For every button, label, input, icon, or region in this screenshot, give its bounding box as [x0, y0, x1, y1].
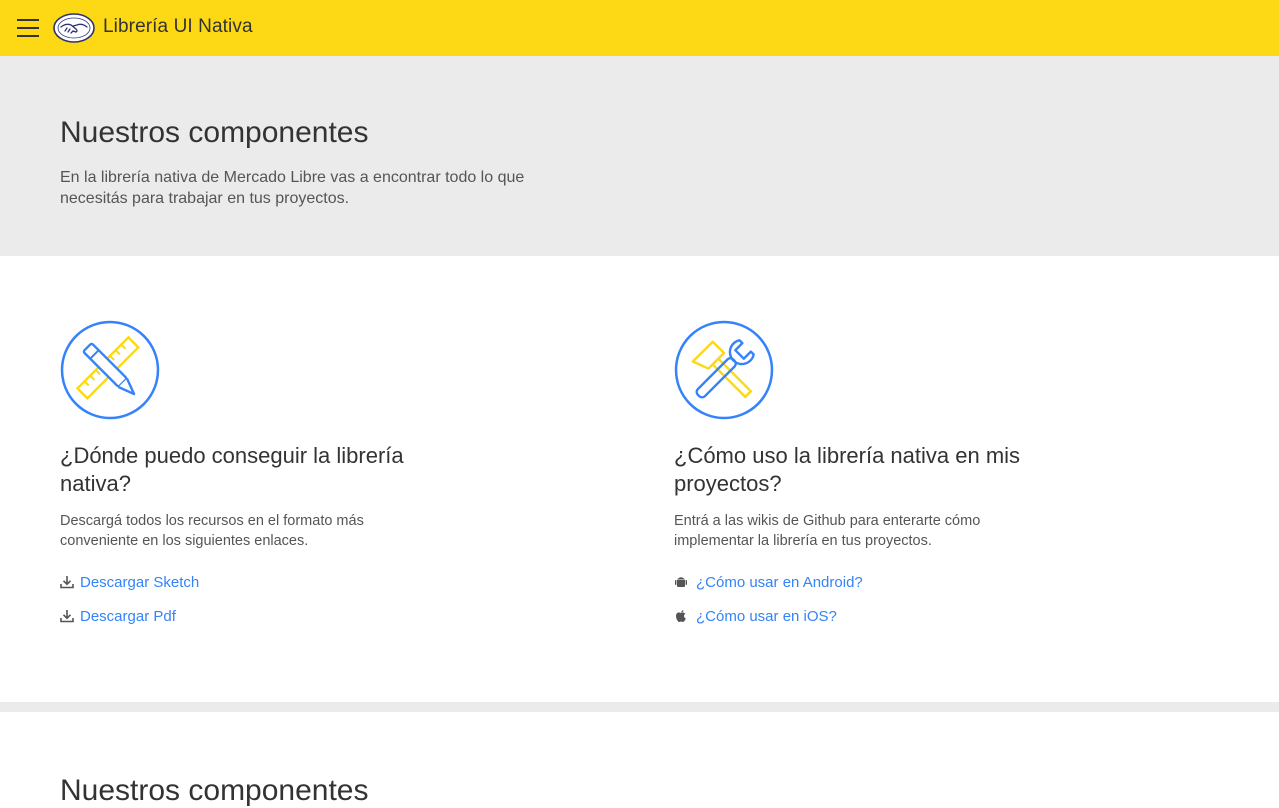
app-title: Librería UI Nativa: [103, 16, 253, 37]
link-label: ¿Cómo usar en Android?: [696, 573, 863, 591]
link-label: Descargar Sketch: [80, 573, 200, 591]
link-label: Descargar Pdf: [80, 607, 176, 625]
hammer-wrench-icon: [674, 320, 774, 420]
page-title: Nuestros componentes: [60, 116, 369, 149]
hero-description: En la librería nativa de Mercado Libre v…: [60, 169, 525, 207]
download-sketch-link[interactable]: Descargar Sketch: [60, 572, 199, 592]
download-icon: [60, 610, 74, 623]
section-title: Nuestros componentes: [60, 774, 369, 807]
section-divider: [0, 702, 1279, 712]
hero-section: Nuestros componentes En la librería nati…: [0, 56, 1279, 256]
handshake-logo[interactable]: [53, 12, 95, 44]
ios-guide-link[interactable]: ¿Cómo usar en iOS?: [674, 606, 837, 626]
card-title: ¿Cómo uso la librería nativa en mis proy…: [674, 443, 1021, 496]
apple-icon: [676, 610, 686, 622]
usage-card: ¿Cómo uso la librería nativa en mis proy…: [674, 320, 1094, 625]
pencil-ruler-icon: [60, 320, 160, 420]
android-icon: [675, 577, 687, 587]
download-pdf-link[interactable]: Descargar Pdf: [60, 606, 176, 626]
card-title: ¿Dónde puedo conseguir la librería nativ…: [60, 443, 404, 496]
download-icon: [60, 576, 74, 589]
card-description: Descargá todos los recursos en el format…: [60, 513, 364, 549]
card-description: Entrá a las wikis de Github para enterar…: [674, 513, 981, 549]
top-bar: Librería UI Nativa: [0, 0, 1279, 56]
android-guide-link[interactable]: ¿Cómo usar en Android?: [674, 572, 863, 592]
download-card: ¿Dónde puedo conseguir la librería nativ…: [60, 320, 480, 625]
hamburger-menu-icon[interactable]: [17, 18, 39, 38]
link-label: ¿Cómo usar en iOS?: [696, 607, 837, 625]
